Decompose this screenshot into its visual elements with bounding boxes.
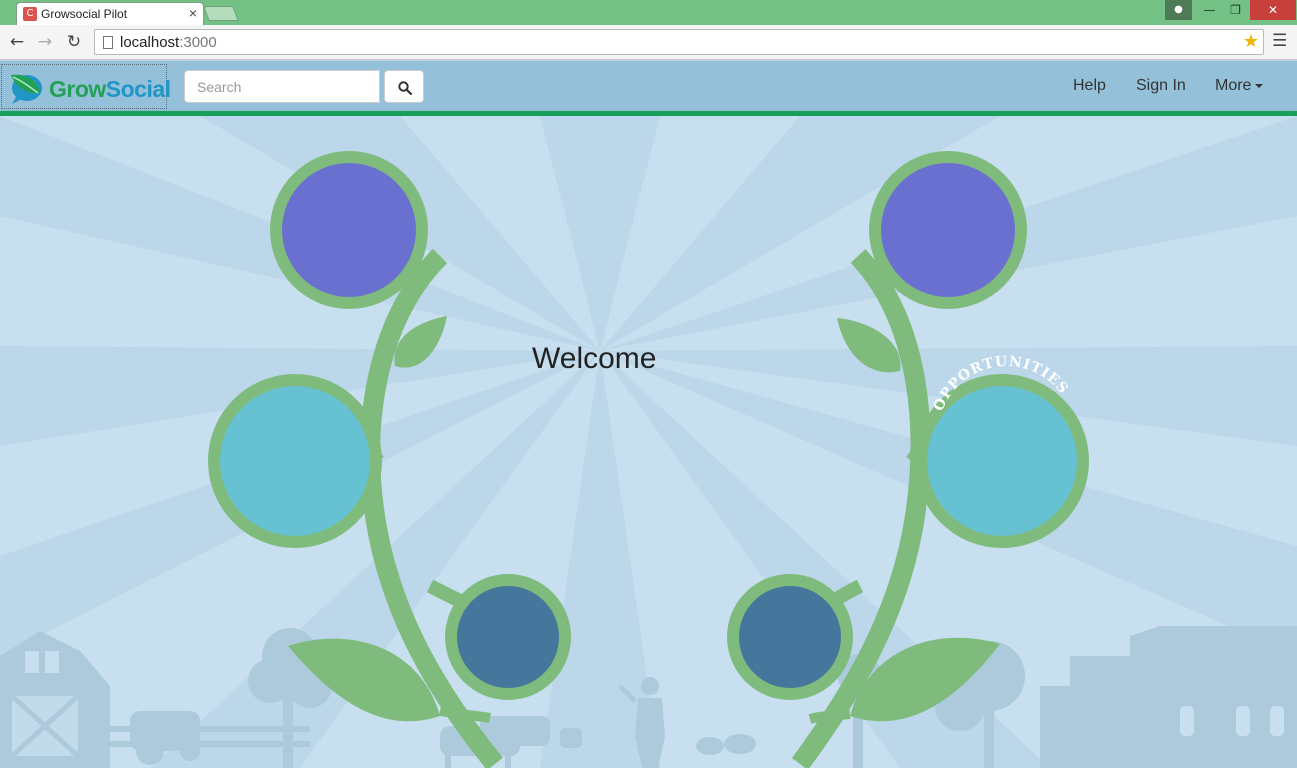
tab-close-icon[interactable]: ×	[189, 5, 197, 21]
reload-icon[interactable]: ↻	[63, 31, 85, 53]
brand-logo-link[interactable]: GrowSocial	[1, 64, 171, 109]
favicon-icon: C	[23, 7, 37, 21]
search-input[interactable]	[184, 70, 380, 103]
flower-blue-left	[457, 586, 559, 688]
user-profile-icon[interactable]: ●	[1165, 0, 1192, 20]
url-text: localhost:3000	[120, 34, 217, 51]
hero-illustration: OPPORTUNITIES	[0, 116, 1297, 768]
maximize-icon[interactable]: ❐	[1222, 0, 1249, 20]
flower-teal-left	[220, 386, 370, 536]
flower-teal-right	[927, 386, 1077, 536]
leaf-logo-icon	[11, 74, 42, 104]
close-window-icon[interactable]: ✕	[1250, 0, 1296, 20]
search-button[interactable]	[384, 70, 424, 103]
help-link[interactable]: Help	[1073, 77, 1106, 95]
back-arrow-icon[interactable]: ←	[6, 31, 28, 53]
search-icon	[398, 81, 412, 95]
address-bar[interactable]: localhost:3000 ★	[94, 29, 1264, 55]
page-icon	[103, 36, 113, 49]
caret-down-icon	[1255, 83, 1264, 88]
bookmark-star-icon[interactable]: ★	[1243, 31, 1259, 52]
flower-purple-left	[282, 163, 416, 297]
browser-menu-icon[interactable]: ☰	[1272, 31, 1287, 51]
hero-section: OPPORTUNITIES Welcome	[0, 116, 1297, 768]
tab-title: Growsocial Pilot	[41, 7, 128, 21]
app-navbar: GrowSocial Help Sign In More	[0, 60, 1297, 111]
forward-arrow-icon[interactable]: →	[34, 31, 56, 53]
more-dropdown[interactable]: More	[1215, 77, 1264, 95]
flower-blue-right	[739, 586, 841, 688]
browser-titlebar: C Growsocial Pilot × ● — ❐ ✕	[0, 0, 1297, 25]
welcome-heading: Welcome	[532, 342, 657, 375]
new-tab-button[interactable]	[203, 6, 239, 21]
brand-name: GrowSocial	[49, 76, 171, 102]
browser-tab[interactable]: C Growsocial Pilot ×	[16, 2, 204, 25]
sign-in-link[interactable]: Sign In	[1136, 77, 1186, 95]
flower-purple-right	[881, 163, 1015, 297]
minimize-icon[interactable]: —	[1196, 0, 1223, 20]
browser-toolbar: ← → ↻ localhost:3000 ★ ☰	[0, 25, 1297, 60]
